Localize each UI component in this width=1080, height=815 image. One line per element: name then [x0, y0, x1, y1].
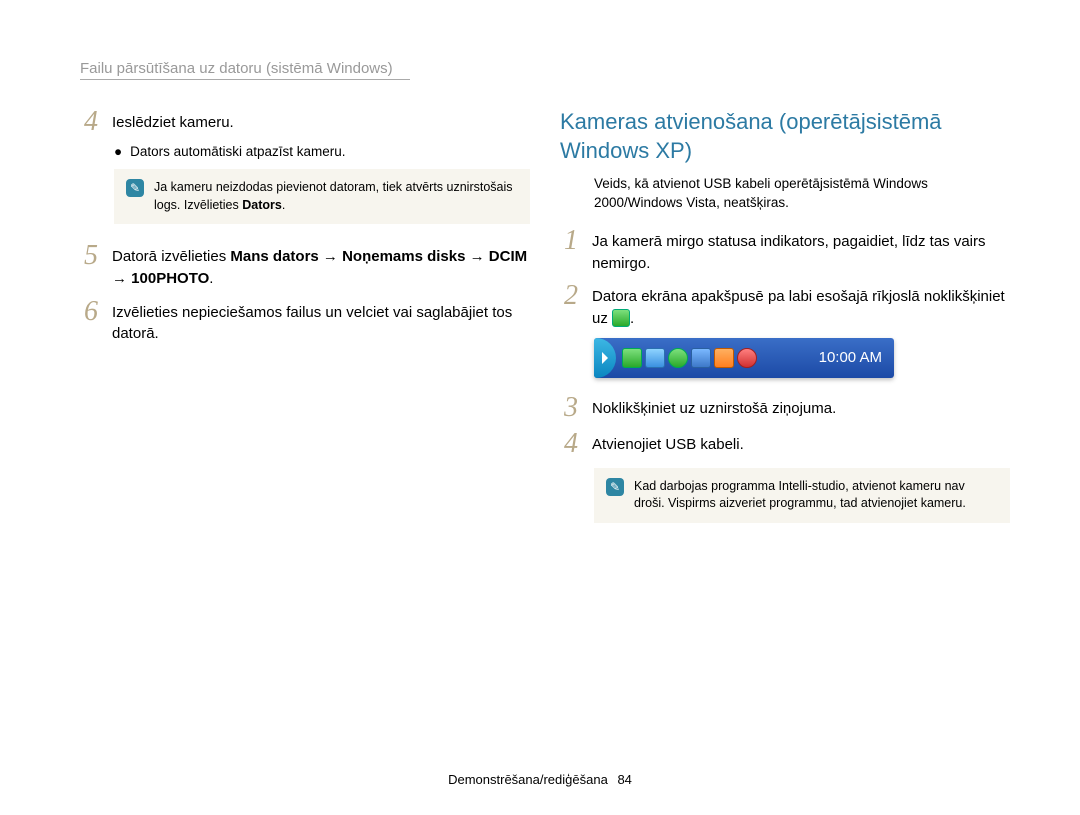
page-number: 84	[617, 772, 631, 787]
tray-icon	[691, 348, 711, 368]
section-subtext: Veids, kā atvienot USB kabeli operētājsi…	[594, 175, 1010, 213]
r-step-number-4: 4	[560, 430, 582, 458]
tray-icons	[620, 348, 757, 368]
left-column: 4 Ieslēdziet kameru. ● Dators automātisk…	[80, 108, 530, 541]
right-note-text: Kad darbojas programma Intelli-studio, a…	[634, 478, 998, 513]
tray-icon	[714, 348, 734, 368]
step-4-text: Ieslēdziet kameru.	[112, 108, 530, 134]
step-6-text: Izvēlieties nepieciešamos failus un velc…	[112, 298, 530, 346]
r-step-number-1: 1	[560, 227, 582, 255]
system-tray-image: 10:00 AM	[594, 338, 894, 378]
note-icon: ✎	[606, 478, 624, 496]
r-step-number-2: 2	[560, 282, 582, 310]
safely-remove-icon	[612, 309, 630, 327]
step-5-text: Datorā izvēlieties Mans dators → Noņemam…	[112, 242, 530, 290]
r-step-2-text: Datora ekrāna apakšpusē pa labi esošajā …	[592, 282, 1010, 330]
note-icon: ✎	[126, 179, 144, 197]
page-footer: Demonstrēšana/rediģēšana 84	[0, 772, 1080, 787]
footer-section: Demonstrēšana/rediģēšana	[448, 772, 608, 787]
tray-icon	[622, 348, 642, 368]
right-note-box: ✎ Kad darbojas programma Intelli-studio,…	[594, 468, 1010, 523]
left-note-box: ✎ Ja kameru neizdodas pievienot datoram,…	[114, 169, 530, 224]
section-title: Kameras atvienošana (operētājsistēmā Win…	[560, 108, 1010, 165]
tray-expand-icon	[594, 338, 616, 378]
tray-icon	[645, 348, 665, 368]
r-step-4-text: Atvienojiet USB kabeli.	[592, 430, 1010, 456]
tray-icon	[668, 348, 688, 368]
step-number-5: 5	[80, 242, 102, 270]
step-number-6: 6	[80, 298, 102, 326]
step-4-bullet: ● Dators automātiski atpazīst kameru.	[114, 144, 530, 159]
left-note-text: Ja kameru neizdodas pievienot datoram, t…	[154, 179, 518, 214]
bullet-icon: ●	[114, 144, 122, 159]
right-column: Kameras atvienošana (operētājsistēmā Win…	[560, 108, 1010, 541]
page-header: Failu pārsūtīšana uz datoru (sistēmā Win…	[80, 60, 410, 80]
tray-icon	[737, 348, 757, 368]
r-step-number-3: 3	[560, 394, 582, 422]
r-step-1-text: Ja kamerā mirgo statusa indikators, paga…	[592, 227, 1010, 275]
step-4-bullet-text: Dators automātiski atpazīst kameru.	[130, 144, 345, 159]
step-number-4: 4	[80, 108, 102, 136]
r-step-3-text: Noklikšķiniet uz uznirstošā ziņojuma.	[592, 394, 1010, 420]
tray-clock: 10:00 AM	[819, 349, 894, 366]
